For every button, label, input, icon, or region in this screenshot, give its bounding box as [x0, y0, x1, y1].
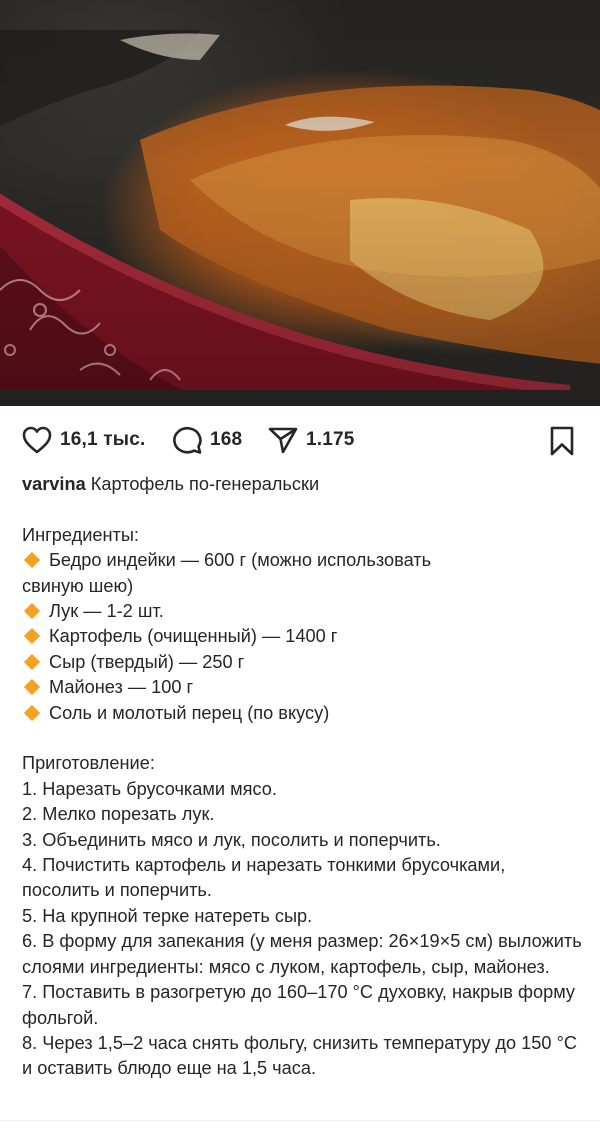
- caption-title-line: varvina Картофель по-генеральски: [22, 472, 582, 497]
- username-link[interactable]: varvina: [22, 474, 86, 494]
- save-button[interactable]: [549, 426, 575, 461]
- orange-diamond-icon: [23, 602, 41, 620]
- step-item: 5. На крупной терке натереть сыр.: [22, 905, 313, 926]
- divider: [0, 1120, 600, 1121]
- step-item: 4. Почистить картофель и нарезать тонким…: [22, 855, 506, 901]
- orange-diamond-icon: [23, 653, 41, 670]
- action-bar: 16,1 тыс. 168 1.175: [0, 406, 600, 472]
- orange-diamond-icon: [23, 552, 41, 569]
- ingredient-item: Майонез — 100 г: [22, 675, 582, 700]
- paper-plane-icon: [268, 427, 298, 454]
- orange-diamond-icon: [23, 704, 41, 721]
- step-item: 1. Нарезать брусочками мясо.: [22, 778, 277, 799]
- comment-button[interactable]: 168: [172, 426, 242, 454]
- step-item: 8. Через 1,5–2 часа снять фольгу, снизит…: [22, 1032, 577, 1079]
- post-image[interactable]: [0, 0, 600, 406]
- share-button[interactable]: 1.175: [268, 426, 355, 454]
- ingredient-item: Лук — 1-2 шт.: [22, 599, 582, 624]
- share-count[interactable]: 1.175: [306, 429, 355, 451]
- image-overlay: [0, 0, 600, 406]
- like-button[interactable]: 16,1 тыс.: [22, 426, 145, 454]
- heart-icon: [22, 426, 52, 454]
- like-count[interactable]: 16,1 тыс.: [60, 429, 145, 451]
- step-item: 2. Мелко порезать лук.: [22, 804, 215, 825]
- orange-diamond-icon: [23, 679, 41, 696]
- step-item: 3. Объединить мясо и лук, посолить и поп…: [22, 829, 441, 850]
- ingredients-header: Ингредиенты:: [22, 524, 139, 545]
- post-caption: varvina Картофель по-генеральски Ингреди…: [22, 472, 582, 1082]
- steps-header: Приготовление:: [22, 753, 155, 774]
- ingredient-item: Соль и молотый перец (по вкусу): [22, 701, 582, 726]
- step-item: 7. Поставить в разогретую до 160–170 °С …: [22, 982, 576, 1028]
- ingredient-item: Сыр (твердый) — 250 г: [22, 650, 582, 675]
- comment-bubble-icon: [173, 427, 202, 454]
- ingredient-item: Бедро индейки — 600 г (можно использоват…: [22, 550, 432, 596]
- step-item: 6. В форму для запекания (у меня размер:…: [22, 931, 582, 977]
- bookmark-icon: [550, 426, 574, 456]
- orange-diamond-icon: [23, 628, 41, 645]
- comment-count[interactable]: 168: [210, 429, 242, 451]
- recipe-title: Картофель по-генеральски: [90, 474, 320, 494]
- ingredient-item: Картофель (очищенный) — 1400 г: [22, 624, 582, 649]
